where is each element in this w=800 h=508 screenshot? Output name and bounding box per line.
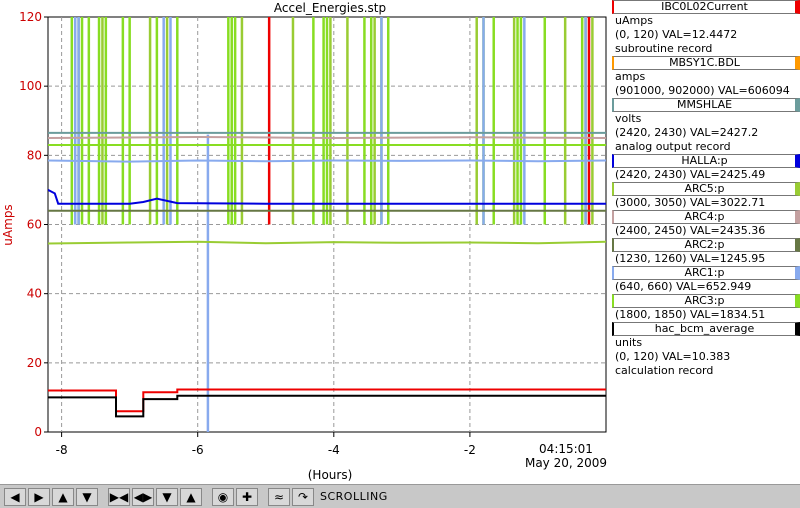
y-tick-label: 80	[27, 148, 42, 162]
series-line	[48, 159, 606, 163]
legend-detail: (2420, 2430) VAL=2425.49	[615, 168, 766, 181]
legend-detail: (0, 120) VAL=12.4472	[615, 28, 738, 41]
legend-entry[interactable]: MMSHLAE volts (2420, 2430) VAL=2427.2 analo…	[612, 98, 800, 154]
x-axis-label: (Hours)	[308, 468, 353, 482]
legend-title: ARC4:p	[612, 210, 800, 224]
y-tick-label: 20	[27, 356, 42, 370]
legend-detail: subroutine record	[615, 42, 713, 55]
series-line	[48, 135, 606, 140]
arrow-up-icon[interactable]: ▲	[52, 487, 74, 506]
legend-title: ARC2:p	[612, 238, 800, 252]
legend-detail: analog output record	[615, 140, 731, 153]
legend-detail: (901000, 902000) VAL=606094	[615, 84, 790, 97]
x-tick-label: -6	[192, 443, 204, 457]
arrow-right-icon[interactable]: ▶	[28, 487, 50, 506]
legend-detail: volts	[615, 112, 642, 125]
y-axis-label: uAmps	[1, 204, 15, 245]
y-tick-label: 120	[19, 10, 42, 24]
legend-title: hac_bcm_average	[612, 322, 800, 336]
legend-title: MMSHLAE	[612, 98, 800, 112]
x-tick-label: -4	[328, 443, 340, 457]
zoom-in-horizontal-icon[interactable]: ▶◀	[108, 487, 130, 506]
strip-chart: 0 20 40 60 80 100 120 -8 -6 -4 -2 Accel_Energies.s…	[1, 1, 607, 482]
arrow-left-icon[interactable]: ◀	[4, 487, 26, 506]
legend-detail: (0, 120) VAL=10.383	[615, 350, 731, 363]
legend-detail: (2400, 2450) VAL=2435.36	[615, 224, 766, 237]
legend-title: MBSY1C.BDL	[612, 56, 800, 70]
stagger-icon[interactable]: ◉	[212, 487, 234, 506]
y-tick-label: 60	[27, 218, 42, 232]
legend-title: HALLA:p	[612, 154, 800, 168]
x-tick-label: -2	[464, 443, 476, 457]
legend-detail: (640, 660) VAL=652.949	[615, 280, 752, 293]
legend-entry[interactable]: ARC4:p (2400, 2450) VAL=2435.36	[612, 210, 800, 238]
y-tick-label: 100	[19, 79, 42, 93]
legend-detail: (1800, 1850) VAL=1834.51	[615, 308, 766, 321]
legend-detail: calculation record	[615, 364, 714, 377]
legend-entry[interactable]: ARC1:p (640, 660) VAL=652.949	[612, 266, 800, 294]
end-time-label: 04:15:01	[539, 442, 593, 456]
zoom-out-vertical-icon[interactable]: ▲	[180, 487, 202, 506]
auto-scale-icon[interactable]: ≈	[268, 487, 290, 506]
legend-detail: (3000, 3050) VAL=3022.71	[615, 196, 766, 209]
legend-detail: amps	[615, 70, 646, 83]
add-icon[interactable]: ✚	[236, 487, 258, 506]
toolbar: ◀ ▶ ▲ ▼ ▶◀ ◀▶ ▼ ▲ ◉ ✚ ≈ ↷ SCROLLING	[0, 484, 800, 508]
legend-detail: units	[615, 336, 643, 349]
legend-entry[interactable]: IBC0L02Current uAmps (0, 120) VAL=12.4472 s…	[612, 0, 800, 56]
legend-title: ARC3:p	[612, 294, 800, 308]
legend-panel: IBC0L02Current uAmps (0, 120) VAL=12.4472 s…	[612, 0, 800, 378]
legend-title: ARC1:p	[612, 266, 800, 280]
legend-title: IBC0L02Current	[612, 0, 800, 14]
arrow-down-icon[interactable]: ▼	[76, 487, 98, 506]
zoom-out-horizontal-icon[interactable]: ◀▶	[132, 487, 154, 506]
legend-entry[interactable]: ARC5:p (3000, 3050) VAL=3022.71	[612, 182, 800, 210]
status-text: SCROLLING	[320, 490, 388, 503]
y-tick-label: 0	[34, 425, 42, 439]
legend-entry[interactable]: ARC2:p (1230, 1260) VAL=1245.95	[612, 238, 800, 266]
legend-detail: (1230, 1260) VAL=1245.95	[615, 252, 766, 265]
legend-entry[interactable]: HALLA:p (2420, 2430) VAL=2425.49	[612, 154, 800, 182]
reset-icon[interactable]: ↷	[292, 487, 314, 506]
legend-detail: uAmps	[615, 14, 653, 27]
legend-entry[interactable]: ARC3:p (1800, 1850) VAL=1834.51	[612, 294, 800, 322]
chart-title: Accel_Energies.stp	[274, 1, 386, 15]
x-tick-label: -8	[56, 443, 68, 457]
legend-entry[interactable]: MBSY1C.BDL amps (901000, 902000) VAL=60609…	[612, 56, 800, 98]
legend-title: ARC5:p	[612, 182, 800, 196]
zoom-in-vertical-icon[interactable]: ▼	[156, 487, 178, 506]
y-tick-label: 40	[27, 287, 42, 301]
legend-entry[interactable]: hac_bcm_average units (0, 120) VAL=10.383 c…	[612, 322, 800, 378]
legend-detail: (2420, 2430) VAL=2427.2	[615, 126, 759, 139]
end-date-label: May 20, 2009	[525, 456, 607, 470]
